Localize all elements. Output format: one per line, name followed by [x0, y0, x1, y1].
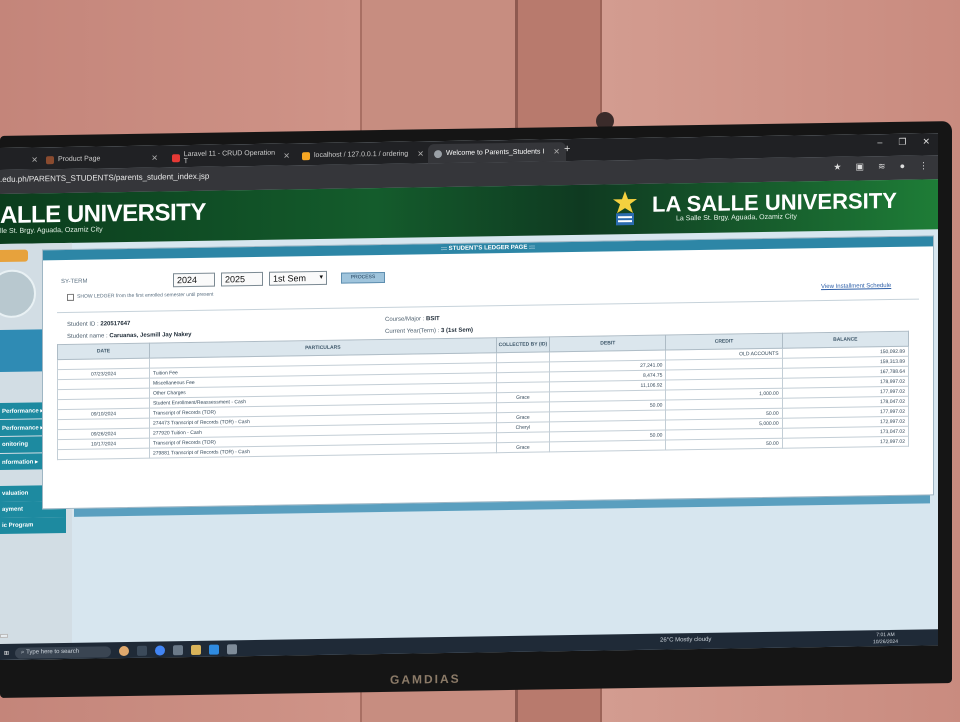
url-input[interactable]: .edu.ph/PARENTS_STUDENTS/parents_student… — [0, 172, 209, 184]
file-explorer-icon[interactable] — [191, 644, 202, 655]
weather-widget[interactable]: 26°C Mostly cloudy — [660, 637, 711, 644]
close-window-icon[interactable]: ✕ — [922, 136, 930, 147]
restore-icon[interactable]: ❐ — [898, 137, 906, 148]
ledger-table: DATE PARTICULARS COLLECTED BY (ID) DEBIT… — [57, 331, 909, 460]
course-major: Course/Major : BSIT — [385, 316, 440, 323]
browser-tab[interactable]: Product Page ✕ — [40, 148, 164, 169]
avatar — [0, 269, 36, 319]
table-cell-balance: 172,997.02 — [782, 436, 909, 449]
student-name: Student name : Caruanas, Jesmill Jay Nak… — [67, 331, 192, 340]
table-cell-collected: Grace — [496, 441, 550, 453]
app-icon[interactable] — [227, 644, 238, 655]
tab-label: Product Page — [58, 155, 101, 164]
sidebar-item[interactable]: ic Program — [0, 516, 66, 534]
university-address-left: lle St. Brgy. Aguada, Ozamiz City — [0, 226, 103, 235]
tab-label: Laravel 11 - CRUD Operation T — [183, 149, 275, 165]
table-cell-date — [57, 448, 150, 460]
favicon-icon — [46, 155, 54, 164]
close-icon[interactable]: ✕ — [277, 151, 290, 160]
system-clock[interactable]: 7:01 AM 10/26/2024 — [873, 632, 898, 646]
profile-icon[interactable]: ● — [900, 161, 905, 172]
year-from-field[interactable]: 2024 — [173, 272, 215, 288]
student-id: Student ID : 220517647 — [67, 320, 131, 328]
minimize-icon[interactable]: – — [877, 137, 882, 148]
ledger-body: OLD ACCOUNTS 150,092.89 07/23/2024 Tuition … — [57, 346, 909, 460]
close-icon[interactable]: ✕ — [411, 149, 424, 158]
window-controls: – ❐ ✕ — [877, 136, 930, 148]
year-to-field[interactable]: 2025 — [221, 271, 263, 287]
status-url — [0, 633, 8, 638]
phpmyadmin-icon — [302, 151, 310, 160]
task-view-icon[interactable] — [137, 645, 148, 656]
column-header: DATE — [57, 343, 150, 360]
vscode-icon[interactable] — [209, 644, 220, 655]
globe-icon — [434, 149, 442, 158]
current-year-term: Current Year(Term) : 3 (1st Sem) — [385, 327, 474, 335]
process-button[interactable]: PROCESS — [341, 271, 385, 284]
search-placeholder: Type here to search — [26, 648, 80, 656]
tab-label: localhost / 127.0.0.1 / ordering — [314, 150, 409, 160]
browser-tab[interactable]: localhost / 127.0.0.1 / ordering ✕ — [296, 144, 430, 165]
media-icon[interactable]: ≋ — [878, 161, 886, 172]
sidebar-home-tab[interactable] — [0, 249, 28, 262]
semester-select[interactable]: 1st Sem ▾ — [269, 270, 327, 286]
windows-start-icon[interactable]: ⊞ — [4, 649, 9, 656]
browser-tab-active[interactable]: Welcome to Parents_Students I ✕ — [428, 142, 566, 164]
divider — [57, 298, 919, 314]
university-seal-icon — [613, 191, 637, 226]
table-cell-debit — [549, 440, 666, 452]
menu-icon[interactable]: ⋮ — [919, 160, 928, 171]
university-address: La Salle St. Brgy. Aguada, Ozamiz City — [676, 213, 797, 223]
new-tab-button[interactable]: + — [564, 143, 570, 155]
tab-label: Welcome to Parents_Students I — [446, 148, 545, 157]
ledger-panel: ::: STUDENT'S LEDGER PAGE ::: SY-TERM 20… — [42, 235, 934, 510]
installment-schedule-link[interactable]: View Installment Schedule — [821, 283, 891, 290]
show-all-checkbox[interactable] — [67, 293, 74, 301]
close-icon[interactable]: ✕ — [145, 154, 158, 163]
youtube-icon — [172, 153, 180, 162]
semester-value: 1st Sem — [273, 273, 307, 284]
sy-term-label: SY-TERM — [61, 278, 88, 286]
monitor: ✕ Product Page ✕ Laravel 11 - CRUD Opera… — [0, 121, 952, 698]
column-header: COLLECTED BY (ID) — [496, 336, 550, 353]
sidebar-item-block[interactable] — [0, 329, 42, 372]
clock-date: 10/26/2024 — [872, 638, 898, 646]
taskbar: ⊞ ⌕ Type here to search 26°C Mostly clou… — [0, 629, 938, 661]
monitor-brand-logo: GAMDIAS — [390, 671, 461, 687]
close-icon[interactable]: ✕ — [547, 147, 560, 156]
browser-tab[interactable]: ✕ — [0, 150, 44, 170]
chrome-icon[interactable] — [155, 645, 166, 656]
university-name-left: ALLE UNIVERSITY — [0, 198, 206, 229]
bookmark-star-icon[interactable]: ★ — [833, 162, 841, 173]
extensions-icon[interactable]: ▣ — [856, 161, 865, 172]
show-all-label: SHOW LEDGER from the first enrolled seme… — [77, 291, 214, 300]
browser-tab[interactable]: Laravel 11 - CRUD Operation T ✕ — [166, 146, 296, 167]
table-cell-credit: 50.00 — [665, 438, 783, 451]
browser-toolbar: ★ ▣ ≋ ● ⋮ — [833, 160, 928, 172]
close-icon[interactable]: ✕ — [25, 155, 38, 164]
screen: ✕ Product Page ✕ Laravel 11 - CRUD Opera… — [0, 133, 938, 661]
edge-icon[interactable] — [173, 645, 184, 656]
taskbar-search[interactable]: ⌕ Type here to search — [15, 645, 112, 659]
avatar-icon[interactable] — [119, 645, 130, 657]
chevron-down-icon: ▾ — [319, 273, 323, 281]
